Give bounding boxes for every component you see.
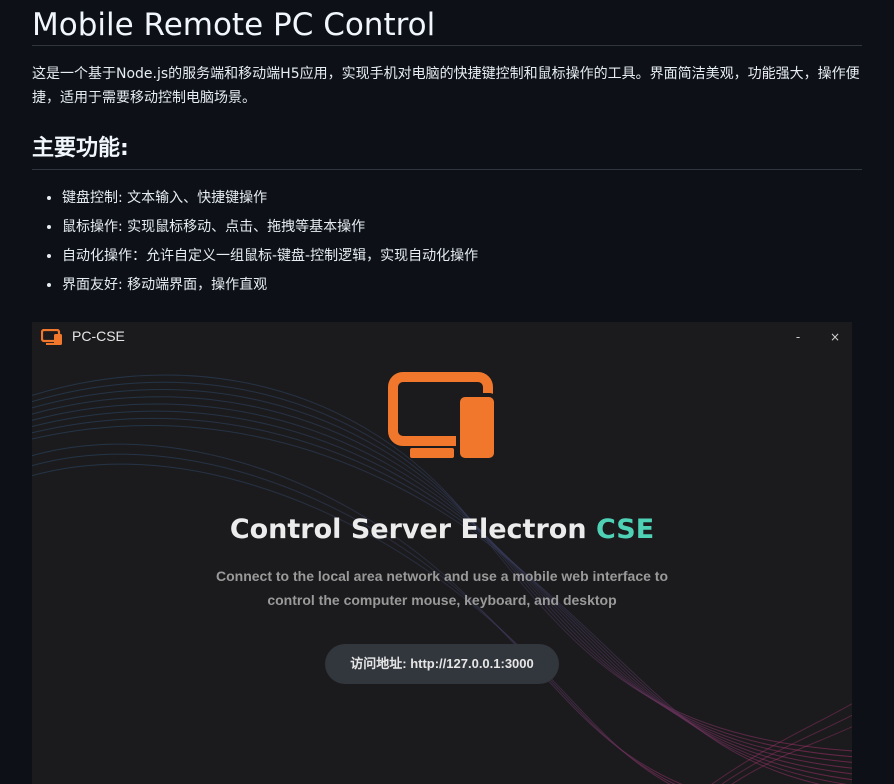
feature-item: 键盘控制: 文本输入、快捷键操作 bbox=[62, 184, 862, 213]
page-title: Mobile Remote PC Control bbox=[32, 0, 862, 46]
access-address-pill[interactable]: 访问地址: http://127.0.0.1:3000 bbox=[325, 644, 559, 684]
feature-item: 界面友好: 移动端界面，操作直观 bbox=[62, 271, 862, 300]
project-description: 这是一个基于Node.js的服务端和移动端H5应用，实现手机对电脑的快捷键控制和… bbox=[32, 66, 860, 106]
subtitle-line: control the computer mouse, keyboard, an… bbox=[267, 592, 617, 608]
app-headline: Control Server Electron CSE bbox=[32, 514, 852, 545]
headline-main: Control Server Electron bbox=[229, 514, 587, 545]
app-screenshot-window: PC-CSE - × Control Server Electron CSE C… bbox=[32, 322, 852, 784]
subtitle-line: Connect to the local area network and us… bbox=[216, 568, 668, 584]
close-button[interactable]: × bbox=[822, 326, 848, 348]
feature-item: 自动化操作：允许自定义一组鼠标-键盘-控制逻辑，实现自动化操作 bbox=[62, 242, 862, 271]
window-title: PC-CSE bbox=[72, 328, 125, 344]
features-list: 键盘控制: 文本输入、快捷键操作 鼠标操作: 实现鼠标移动、点击、拖拽等基本操作… bbox=[32, 184, 862, 300]
features-heading: 主要功能: bbox=[32, 136, 862, 170]
headline-accent: CSE bbox=[595, 514, 655, 545]
readme-content: Mobile Remote PC Control 这是一个基于Node.js的服… bbox=[32, 0, 862, 300]
app-subtitle: Connect to the local area network and us… bbox=[142, 564, 742, 612]
app-logo-icon bbox=[388, 372, 496, 462]
window-titlebar: PC-CSE - × bbox=[32, 322, 852, 352]
feature-item: 鼠标操作: 实现鼠标移动、点击、拖拽等基本操作 bbox=[62, 213, 862, 242]
monitor-phone-icon bbox=[41, 329, 62, 345]
minimize-button[interactable]: - bbox=[785, 326, 811, 348]
